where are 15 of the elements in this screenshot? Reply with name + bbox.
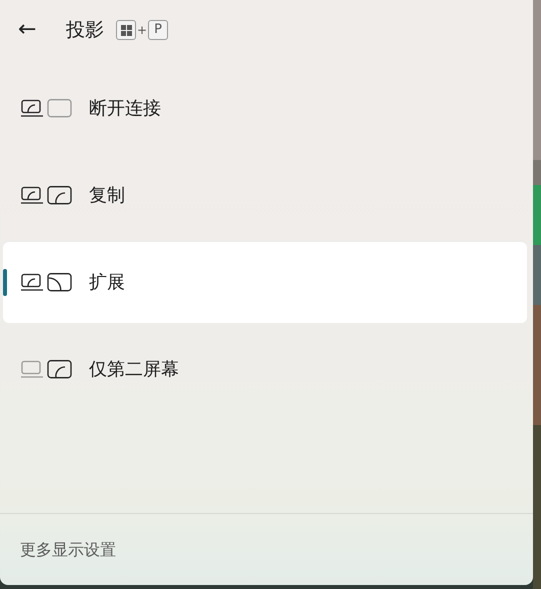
pc-screen-only-icon	[21, 99, 73, 118]
second-screen-only-icon	[21, 360, 73, 379]
projection-option[interactable]: 仅第二屏幕	[3, 329, 527, 410]
windows-key-icon	[116, 20, 136, 40]
projection-option[interactable]: 复制	[3, 155, 527, 236]
key-cap: P	[148, 20, 168, 40]
extend-screens-icon	[21, 273, 73, 292]
back-button[interactable]: ←	[18, 19, 66, 41]
panel-title: 投影	[66, 18, 104, 43]
projection-option[interactable]: 断开连接	[3, 68, 527, 149]
duplicate-screens-icon	[21, 186, 73, 205]
plus-sign: +	[137, 22, 148, 39]
projection-option[interactable]: 扩展	[3, 242, 527, 323]
display-settings-link[interactable]: 更多显示设置	[20, 538, 116, 562]
selection-indicator	[3, 269, 7, 296]
